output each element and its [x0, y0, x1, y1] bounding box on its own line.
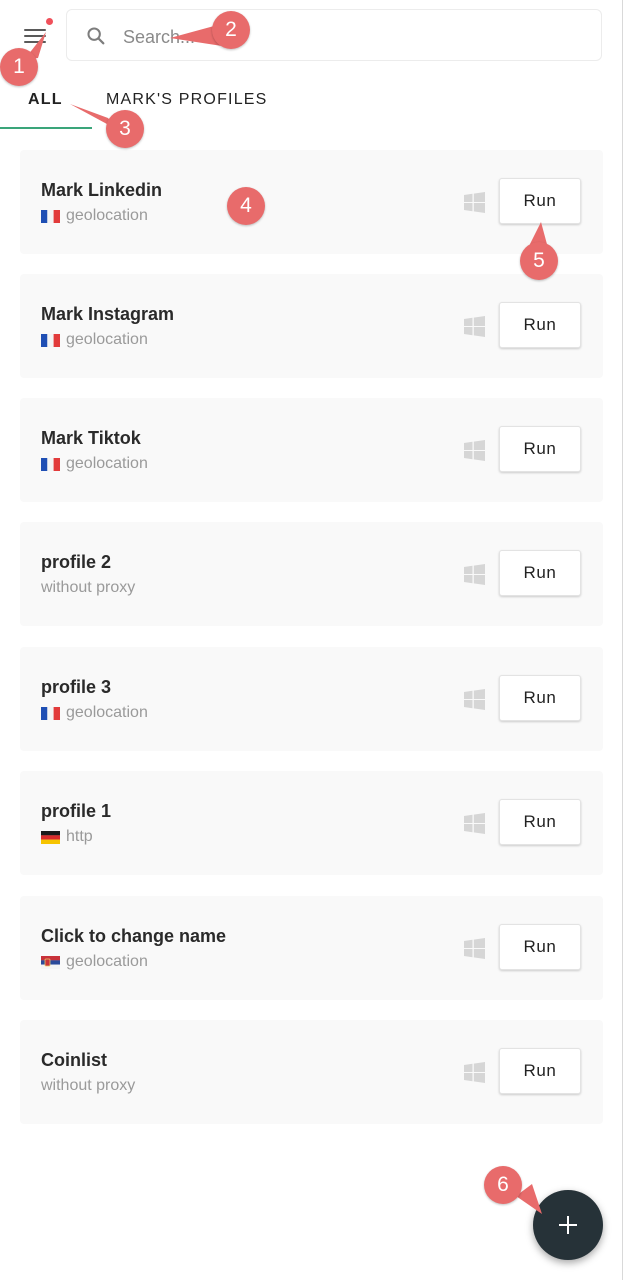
windows-icon [464, 192, 485, 213]
profile-proxy: without proxy [41, 1077, 135, 1095]
windows-icon [464, 813, 485, 834]
profile-proxy: geolocation [41, 455, 148, 473]
tab-marks-profiles[interactable]: MARK'S PROFILES [106, 91, 268, 109]
profile-name[interactable]: profile 3 [41, 677, 111, 698]
plus-icon-vertical [567, 1216, 570, 1234]
profile-name[interactable]: profile 2 [41, 552, 111, 573]
search-input[interactable] [121, 22, 585, 52]
proxy-label: without proxy [41, 579, 136, 596]
profile-proxy: http [41, 828, 93, 846]
proxy-label: without proxy [41, 1077, 136, 1094]
hamburger-icon-line [24, 35, 46, 38]
windows-icon [464, 689, 485, 710]
proxy-label: geolocation [66, 953, 148, 970]
callout-badge-1: 1 [0, 48, 38, 86]
france-flag-icon [41, 333, 60, 347]
profile-name[interactable]: Mark Instagram [41, 304, 174, 325]
profile-card[interactable]: Mark Instagram geolocation Run [20, 274, 603, 378]
add-profile-button[interactable] [533, 1190, 603, 1260]
callout-badge-3: 3 [106, 110, 144, 148]
profile-name[interactable]: profile 1 [41, 801, 111, 822]
callout-badge-2: 2 [212, 11, 250, 49]
windows-icon [464, 1062, 485, 1083]
profile-name[interactable]: Mark Tiktok [41, 428, 141, 449]
callout-badge-6: 6 [484, 1166, 522, 1204]
hamburger-icon [24, 29, 46, 32]
profile-proxy: geolocation [41, 207, 148, 225]
run-button[interactable]: Run [499, 178, 581, 224]
windows-icon [464, 938, 485, 959]
run-button[interactable]: Run [499, 924, 581, 970]
profile-card[interactable]: Mark Linkedin geolocation Run [20, 150, 603, 254]
proxy-label: http [66, 828, 93, 845]
callout-badge-4: 4 [227, 187, 265, 225]
profile-name[interactable]: Coinlist [41, 1050, 107, 1071]
profile-card[interactable]: profile 1 http Run [20, 771, 603, 875]
serbia-flag-icon [41, 955, 60, 969]
profile-proxy: geolocation [41, 953, 148, 971]
proxy-label: geolocation [66, 704, 148, 721]
run-button[interactable]: Run [499, 302, 581, 348]
hamburger-icon-line [24, 41, 46, 44]
run-button[interactable]: Run [499, 675, 581, 721]
windows-icon [464, 316, 485, 337]
active-tab-indicator [0, 127, 92, 129]
profile-card[interactable]: Click to change name geolocation Run [20, 896, 603, 1000]
run-button[interactable]: Run [499, 799, 581, 845]
france-flag-icon [41, 457, 60, 471]
france-flag-icon [41, 209, 60, 223]
search-icon [87, 27, 105, 45]
profile-card[interactable]: profile 3 geolocation Run [20, 647, 603, 751]
france-flag-icon [41, 706, 60, 720]
tab-bar: ALL MARK'S PROFILES [0, 82, 622, 130]
callout-badge-5: 5 [520, 242, 558, 280]
profile-card[interactable]: Coinlist without proxy Run [20, 1020, 603, 1124]
windows-icon [464, 564, 485, 585]
profile-card[interactable]: profile 2 without proxy Run [20, 522, 603, 626]
profile-name[interactable]: Click to change name [41, 926, 226, 947]
profile-card[interactable]: Mark Tiktok geolocation Run [20, 398, 603, 502]
notification-dot [46, 18, 53, 25]
windows-icon [464, 440, 485, 461]
run-button[interactable]: Run [499, 1048, 581, 1094]
profile-proxy: without proxy [41, 579, 135, 597]
run-button[interactable]: Run [499, 550, 581, 596]
proxy-label: geolocation [66, 455, 148, 472]
germany-flag-icon [41, 830, 60, 844]
tab-all[interactable]: ALL [28, 91, 63, 109]
proxy-label: geolocation [66, 207, 148, 224]
search-box[interactable] [66, 9, 602, 61]
proxy-label: geolocation [66, 331, 148, 348]
profile-name[interactable]: Mark Linkedin [41, 180, 162, 201]
run-button[interactable]: Run [499, 426, 581, 472]
profile-proxy: geolocation [41, 331, 148, 349]
profile-proxy: geolocation [41, 704, 148, 722]
